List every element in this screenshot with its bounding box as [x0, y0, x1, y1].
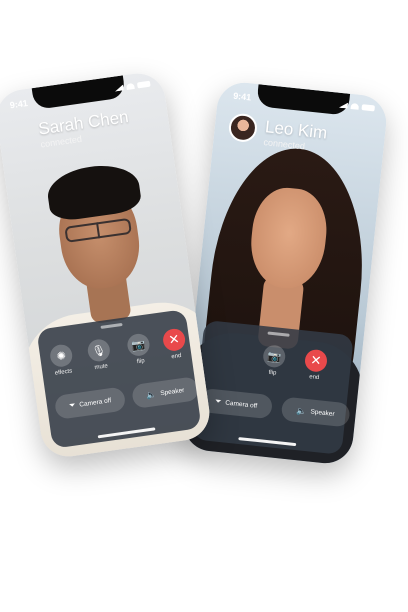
speaker-button[interactable]: 🔈 Speaker	[280, 396, 351, 428]
call-controls-panel: ✺ effects 🎙 mute 📷 flip ✕ end ⏷ Camera o…	[36, 309, 202, 449]
camera-off-label: Camera off	[224, 398, 258, 410]
speaker-button[interactable]: 🔈 Speaker	[131, 376, 200, 410]
flip-label: flip	[136, 358, 146, 366]
back-phone: 9:41 Leo Kim connected 📷 flip ✕ end ⏷ Ca…	[181, 80, 389, 466]
camera-off-button[interactable]: ⏷ Camera off	[53, 386, 127, 420]
signal-icon	[114, 84, 124, 91]
flip-control[interactable]: 📷 flip	[257, 344, 290, 378]
close-icon: ✕	[303, 348, 329, 373]
close-icon: ✕	[161, 327, 187, 353]
call-controls-panel: 📷 flip ✕ end ⏷ Camera off 🔈 Speaker	[192, 319, 354, 455]
mute-control[interactable]: 🎙 mute	[82, 337, 116, 372]
wifi-icon	[350, 102, 360, 110]
front-phone: 9:41 Sarah Chen connected ✺ effects 🎙 mu…	[0, 69, 213, 461]
speaker-icon: 🔈	[145, 389, 157, 400]
status-time: 9:41	[232, 90, 252, 103]
battery-icon	[361, 104, 376, 112]
end-control[interactable]: ✕ end	[299, 348, 332, 382]
speaker-label: Speaker	[310, 407, 335, 418]
camera-off-label: Camera off	[78, 396, 112, 409]
home-indicator	[238, 437, 297, 447]
end-label: end	[171, 353, 182, 361]
flip-control[interactable]: 📷 flip	[122, 332, 156, 367]
mic-off-icon: 🎙	[86, 337, 112, 363]
mute-label: mute	[94, 363, 109, 372]
panel-grabber[interactable]	[100, 322, 123, 329]
camera-off-icon: ⏷	[68, 400, 76, 411]
wifi-icon	[126, 82, 135, 90]
signal-icon	[339, 102, 349, 109]
camera-icon: 📷	[126, 332, 151, 358]
sparkle-icon: ✺	[48, 343, 74, 369]
camera-icon: 📷	[262, 344, 287, 369]
speaker-icon: 🔈	[296, 405, 308, 416]
panel-grabber[interactable]	[267, 331, 290, 337]
effects-label: effects	[54, 368, 73, 377]
end-control[interactable]: ✕ end	[158, 327, 192, 362]
speaker-label: Speaker	[159, 386, 185, 397]
end-label: end	[308, 374, 320, 382]
camera-off-icon: ⏷	[214, 396, 222, 407]
camera-off-button[interactable]: ⏷ Camera off	[199, 387, 274, 420]
flip-label: flip	[268, 369, 277, 377]
effects-control[interactable]: ✺ effects	[45, 343, 79, 378]
